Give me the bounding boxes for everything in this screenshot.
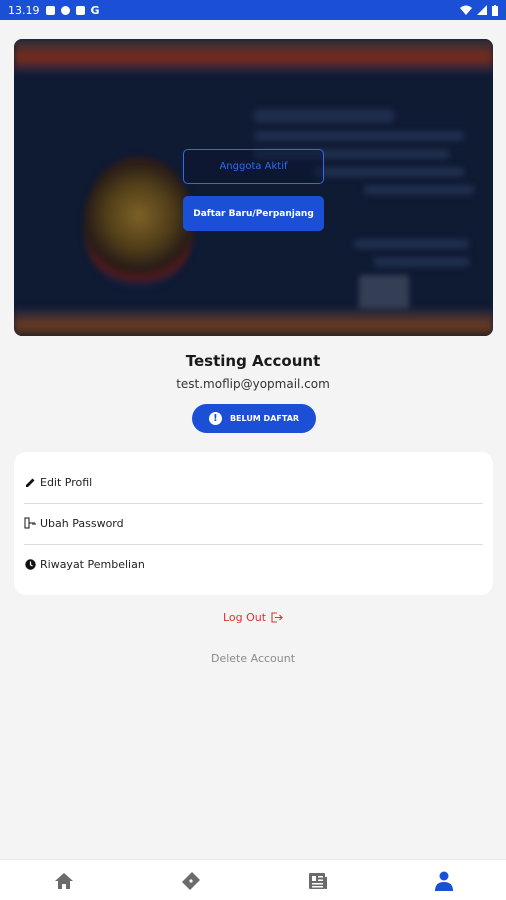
status-time: 13.19 [8, 3, 40, 17]
menu-item-purchase-history[interactable]: Riwayat Pembelian [24, 544, 483, 584]
card-background [14, 39, 493, 336]
notification-icon [60, 5, 70, 15]
profile-icon [435, 871, 453, 891]
delete-account-button[interactable]: Delete Account [0, 652, 506, 665]
status-badge-label: BELUM DAFTAR [229, 414, 300, 423]
clock-icon [24, 558, 36, 570]
home-icon [55, 873, 73, 889]
register-button[interactable]: Daftar Baru/Perpanjang [183, 196, 324, 231]
status-bar: 13.19 G [0, 0, 506, 20]
google-icon: G [90, 3, 100, 17]
wifi-icon [460, 5, 472, 15]
logout-label: Log Out [222, 611, 267, 624]
nav-news[interactable] [307, 870, 329, 892]
profile-name: Testing Account [185, 352, 321, 370]
ticket-icon [182, 872, 200, 890]
profile-email: test.moflip@yopmail.com [176, 377, 330, 391]
logout-button[interactable]: Log Out [0, 611, 506, 624]
key-icon [24, 517, 36, 529]
pencil-icon [24, 476, 36, 488]
membership-card: Anggota Aktif Daftar Baru/Perpanjang [14, 39, 493, 336]
news-icon [309, 873, 327, 889]
gallery-icon [45, 5, 55, 15]
active-member-button-label: Anggota Aktif [219, 161, 288, 172]
register-button-label: Daftar Baru/Perpanjang [193, 208, 314, 219]
status-badge[interactable]: ! BELUM DAFTAR [192, 404, 316, 433]
active-member-button[interactable]: Anggota Aktif [183, 149, 324, 184]
nav-profile[interactable] [433, 870, 455, 892]
bottom-nav [0, 859, 506, 900]
menu-item-change-password[interactable]: Ubah Password [24, 503, 483, 543]
info-icon: ! [208, 412, 222, 425]
menu-item-label: Ubah Password [40, 516, 124, 530]
profile-menu: Edit Profil Ubah Password Riwayat Pembel… [14, 452, 493, 595]
nav-home[interactable] [53, 870, 75, 892]
menu-item-label: Edit Profil [40, 475, 93, 489]
battery-icon [492, 4, 498, 16]
notification-icon-2 [75, 5, 85, 15]
logout-icon [271, 612, 283, 623]
menu-item-edit-profile[interactable]: Edit Profil [24, 462, 483, 502]
signal-icon [477, 5, 487, 15]
nav-tickets[interactable] [180, 870, 202, 892]
menu-item-label: Riwayat Pembelian [40, 557, 145, 571]
emblem-image [84, 157, 194, 287]
